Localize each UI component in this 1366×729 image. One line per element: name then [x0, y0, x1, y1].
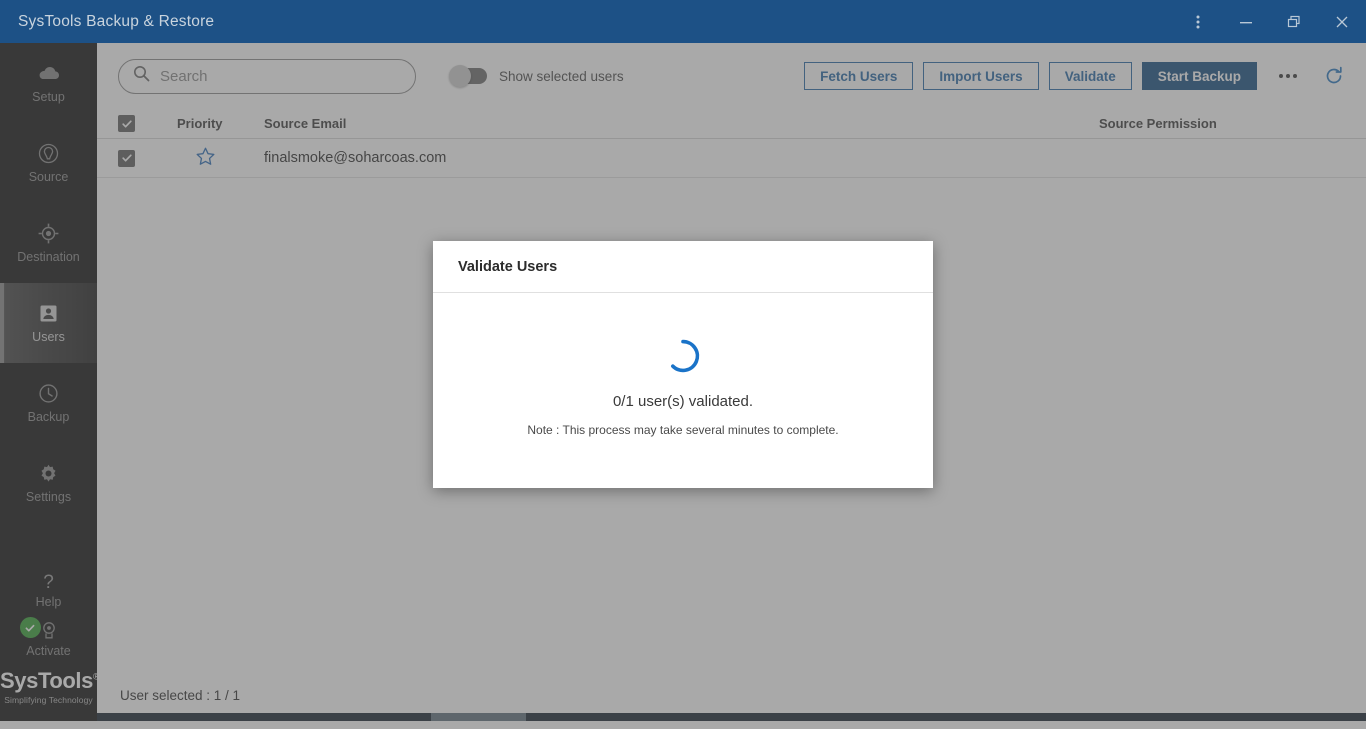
- restore-icon[interactable]: [1270, 0, 1318, 43]
- window-controls: [1174, 0, 1366, 43]
- application-window: SysTools Backup & Restore: [0, 0, 1366, 729]
- close-icon[interactable]: [1318, 0, 1366, 43]
- loading-spinner-icon: [665, 338, 701, 374]
- dialog-header: Validate Users: [433, 241, 933, 293]
- title-bar: SysTools Backup & Restore: [0, 0, 1366, 43]
- validate-users-dialog: Validate Users 0/1 user(s) validated. No…: [433, 241, 933, 488]
- dialog-body: 0/1 user(s) validated. Note : This proce…: [433, 293, 933, 488]
- validation-note-text: Note : This process may take several min…: [527, 423, 838, 437]
- validation-count-text: 0/1 user(s) validated.: [613, 393, 753, 410]
- more-menu-icon[interactable]: [1174, 0, 1222, 43]
- dialog-title: Validate Users: [458, 259, 557, 275]
- app-title: SysTools Backup & Restore: [18, 13, 214, 31]
- minimize-icon[interactable]: [1222, 0, 1270, 43]
